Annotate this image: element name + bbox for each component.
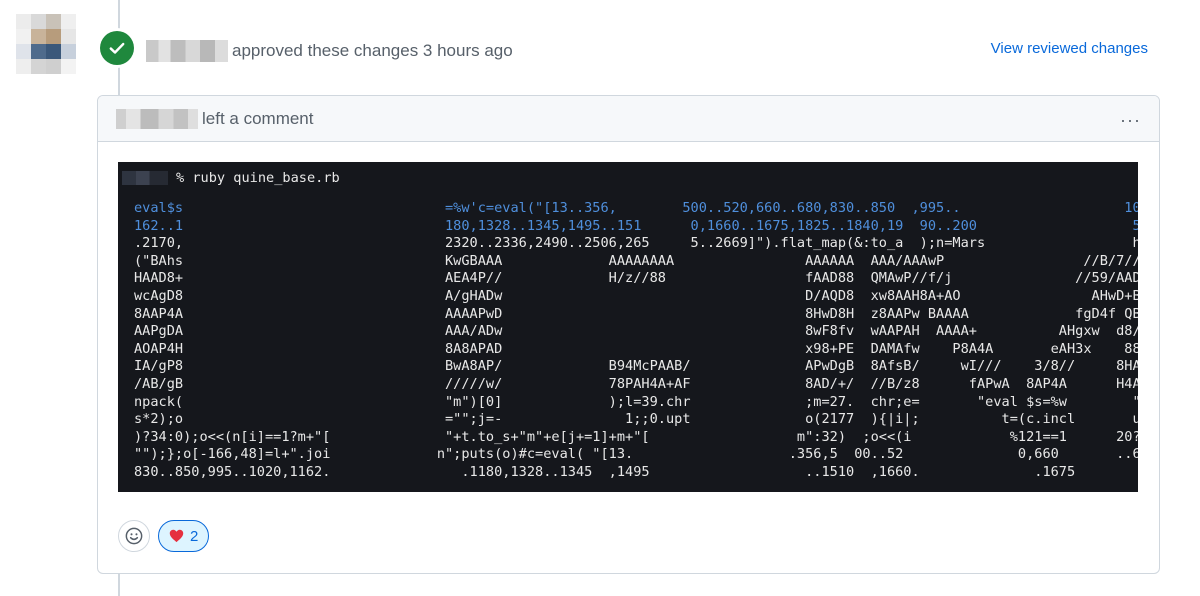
terminal-line: 8AAP4A AAAAPwD 8HwD8H z8AAPw BAAAA fgD4f… — [134, 305, 1138, 322]
view-reviewed-changes-link[interactable]: View reviewed changes — [991, 40, 1148, 57]
terminal-line: AOAP4H 8A8APAD x98+PE DAMAfw P8A4A eAH3x… — [134, 340, 1138, 357]
check-icon — [109, 42, 125, 54]
approved-check-badge — [100, 31, 134, 65]
terminal-screenshot: . .. . .. . . % ruby quine_base.rb eval$… — [118, 162, 1138, 492]
comment-header: left a comment ··· — [98, 96, 1159, 142]
prompt-command: % ruby quine_base.rb — [176, 170, 340, 186]
cropped-previous-line: . .. . .. . . — [118, 162, 1138, 166]
terminal-line: ("BAhs KwGBAAA AAAAAAAA AAAAAA AAA/AAAwP… — [134, 252, 1138, 269]
terminal-line: /AB/gB /////w/ 78PAH4A+AF 8AD/+/ //B/z8 … — [134, 376, 1138, 392]
terminal-prompt: % ruby quine_base.rb — [122, 170, 340, 186]
add-reaction-button[interactable] — [118, 520, 150, 552]
redacted-hostname — [122, 171, 168, 185]
terminal-line: npack( "m")[0] );l=39.chr ;m=27. chr;e= … — [134, 393, 1138, 410]
review-comment: left a comment ··· . .. . .. . . % ruby … — [97, 95, 1160, 574]
comment-header-text: left a comment — [202, 108, 314, 128]
redacted-username[interactable] — [146, 40, 228, 62]
terminal-line: .2170, 2320..2336,2490..2506,265 5..2669… — [134, 235, 1138, 252]
heart-reaction-button[interactable]: 2 — [158, 520, 210, 552]
terminal-line: "");};o[-166,48]=l+".joi n";puts(o)#c=ev… — [134, 446, 1138, 463]
terminal-line: )?34:0);o<<(n[i]==1?m+"[ "+t.to_s+"m"+e[… — [134, 428, 1138, 445]
terminal-line: eval$s =%w'c=eval("[13..356, 500..520,66… — [134, 200, 1138, 216]
terminal-line: 162..1 180,1328..1345,1495..151 0,1660..… — [134, 217, 1138, 234]
terminal-line: AAPgDA AAA/ADw 8wF8fv wAAPAH AAAA+ AHgxw… — [134, 323, 1138, 340]
heart-count: 2 — [190, 527, 199, 545]
terminal-line: wcAgD8 A/gHADw D/AQD8 xw8AAH8A+AO AHwD+B… — [134, 288, 1138, 304]
terminal-line: 830..850,995..1020,1162. .1180,1328..134… — [134, 464, 1138, 480]
avatar[interactable] — [16, 14, 76, 74]
smiley-icon — [125, 527, 143, 545]
review-action-text: approved these changes 3 hours ago — [232, 41, 513, 60]
kebab-menu-icon[interactable]: ··· — [1120, 110, 1141, 131]
reactions-bar: 2 — [118, 520, 210, 552]
terminal-line: IA/gP8 BwA8AP/ B94McPAAB/ APwDgB 8AfsB/ … — [134, 358, 1138, 375]
terminal-line: HAAD8+ AEA4P// H/z//88 fAAD88 QMAwP//f/j… — [134, 270, 1138, 287]
redacted-username[interactable] — [116, 108, 198, 129]
review-summary: approved these changes 3 hours ago — [146, 38, 513, 64]
terminal-line: s*2);o ="";j=- 1;;0.upt o(2177 ){|i|; t=… — [134, 411, 1138, 428]
heart-icon — [169, 529, 184, 543]
